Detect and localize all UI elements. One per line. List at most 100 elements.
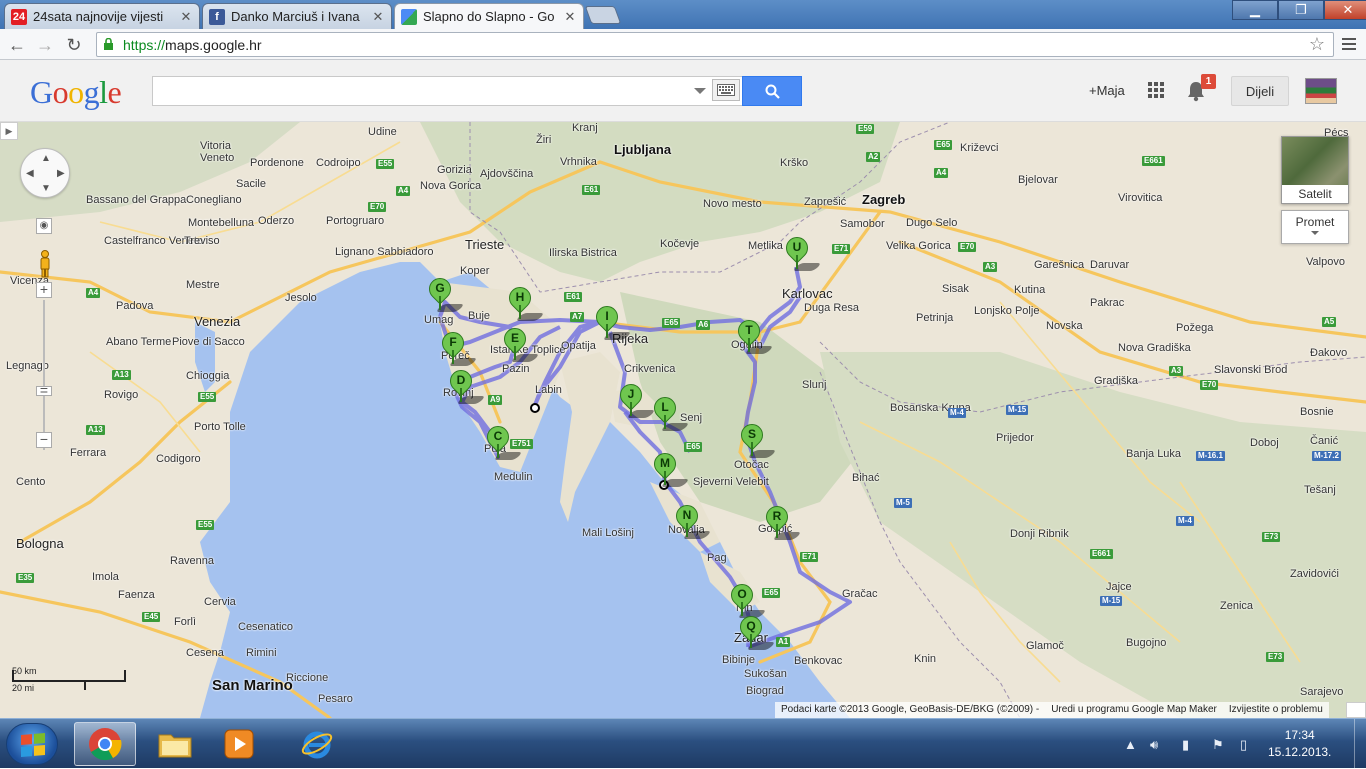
pan-up-icon[interactable]: ▲: [41, 153, 51, 164]
search-dropdown-icon[interactable]: [694, 88, 706, 94]
map-label: Pordenone: [250, 157, 304, 169]
pan-control[interactable]: ▲ ▼ ◀ ▶: [20, 148, 70, 198]
zoom-slider-track[interactable]: [43, 300, 45, 450]
reload-button[interactable]: ↻: [63, 34, 85, 56]
route-marker-h[interactable]: H: [504, 282, 545, 321]
start-button[interactable]: [6, 723, 58, 765]
map-label: San Marino: [212, 677, 293, 694]
search-input[interactable]: [153, 77, 683, 105]
map-label: Čanić: [1310, 435, 1339, 447]
route-marker-c[interactable]: C: [482, 421, 523, 460]
collapse-panel-arrow-icon[interactable]: ▶: [0, 122, 18, 140]
tab-close-icon[interactable]: ✕: [371, 9, 385, 25]
map-label: Doboj: [1250, 437, 1279, 449]
route-marker-o[interactable]: O: [726, 579, 767, 618]
map-label: Oderzo: [258, 215, 295, 227]
back-button[interactable]: ←: [6, 34, 28, 56]
map-label: Đakovo: [1310, 347, 1348, 359]
map-label: Zagreb: [862, 192, 906, 207]
map-label: Velika Gorica: [886, 240, 951, 252]
address-bar[interactable]: https://maps.google.hr ☆: [96, 32, 1334, 57]
tab-google-maps[interactable]: Slapno do Slapno - Go ✕: [394, 3, 584, 29]
avatar[interactable]: [1305, 78, 1337, 104]
keyboard-icon[interactable]: [712, 79, 740, 101]
route-marker-i[interactable]: I: [591, 301, 632, 340]
forward-button[interactable]: →: [34, 34, 56, 56]
share-button[interactable]: Dijeli: [1231, 76, 1289, 106]
new-tab-button[interactable]: [584, 6, 622, 24]
pan-down-icon[interactable]: ▼: [41, 183, 51, 194]
zoom-in-button[interactable]: +: [36, 282, 52, 298]
map-maker-link[interactable]: Uredi u programu Google Map Maker: [1051, 704, 1217, 716]
tab-title: Slapno do Slapno - Go: [423, 9, 555, 24]
search-button[interactable]: [742, 76, 802, 106]
route-marker-t[interactable]: T: [733, 315, 774, 354]
route-marker-e[interactable]: E: [499, 323, 540, 362]
maximize-button[interactable]: ❐: [1278, 0, 1324, 20]
minimize-button[interactable]: ▁: [1232, 0, 1278, 20]
map-label: Garešnica: [1034, 259, 1085, 271]
user-profile-link[interactable]: +Maja: [1089, 83, 1125, 98]
google-logo[interactable]: Google: [30, 74, 122, 111]
route-marker-u[interactable]: U: [781, 232, 822, 271]
taskbar-clock[interactable]: 17:34 15.12.2013.: [1268, 727, 1331, 761]
apps-grid-icon[interactable]: [1148, 82, 1164, 98]
map-label: Gorizia: [437, 164, 472, 176]
tab-24sata[interactable]: 24 24sata najnovije vijesti ✕: [4, 3, 200, 29]
taskbar-internet-explorer[interactable]: [286, 722, 348, 766]
route-marker-q[interactable]: Q: [735, 611, 776, 650]
zoom-slider-handle[interactable]: =: [36, 383, 52, 397]
tab-close-icon[interactable]: ✕: [179, 9, 193, 25]
pan-left-icon[interactable]: ◀: [26, 168, 34, 179]
map-label: Tešanj: [1304, 484, 1336, 496]
map-label: Kranj: [572, 122, 598, 134]
route-marker-m[interactable]: M: [649, 448, 690, 487]
battery-icon[interactable]: ▯: [1240, 737, 1247, 753]
street-view-pegman-icon[interactable]: [38, 250, 52, 278]
map-label: Mali Lošinj: [582, 527, 634, 539]
map-label: Mestre: [186, 279, 220, 291]
route-marker-d[interactable]: D: [445, 365, 486, 404]
taskbar-media-player[interactable]: [208, 722, 270, 766]
chevron-down-icon: [1311, 231, 1319, 235]
map-canvas[interactable]: Udine Vitoria Veneto Pordenone Codroipo …: [0, 122, 1366, 718]
chrome-menu-button[interactable]: [1338, 34, 1360, 54]
report-problem-link[interactable]: Izvijestite o problemu: [1229, 704, 1323, 716]
route-marker-n[interactable]: N: [671, 500, 712, 539]
map-label: Cesena: [186, 647, 224, 659]
route-marker-r[interactable]: R: [761, 501, 802, 540]
highway-shield: A4: [86, 288, 101, 298]
attribution-text: Podaci karte ©2013 Google, GeoBasis-DE/B…: [781, 704, 1040, 715]
map-label: Treviso: [184, 235, 220, 247]
highway-shield: E73: [1266, 652, 1285, 662]
highway-shield: A9: [488, 395, 503, 405]
scale-km-label: 50 km: [12, 666, 37, 676]
tab-facebook[interactable]: f Danko Marciuš i Ivana ✕: [202, 3, 392, 29]
map-label: Ferrara: [70, 447, 107, 459]
tab-close-icon[interactable]: ✕: [563, 9, 577, 25]
zoom-out-button[interactable]: −: [36, 432, 52, 448]
route-marker-f[interactable]: F: [437, 327, 478, 366]
chrome-icon: [89, 728, 122, 761]
bookmark-star-icon[interactable]: ☆: [1309, 34, 1325, 55]
show-desktop-button[interactable]: [1354, 719, 1366, 769]
volume-icon[interactable]: 🔊︎: [1150, 737, 1158, 753]
satellite-toggle-button[interactable]: Satelit: [1281, 136, 1349, 204]
close-window-button[interactable]: ✕: [1324, 0, 1366, 20]
route-marker-s[interactable]: S: [736, 419, 777, 458]
traffic-layer-button[interactable]: Promet: [1281, 210, 1349, 244]
pan-right-icon[interactable]: ▶: [57, 168, 65, 179]
route-marker-l[interactable]: L: [649, 392, 690, 431]
map-label: Benkovac: [794, 655, 843, 667]
locate-icon[interactable]: ◉: [36, 218, 52, 234]
route-marker-j[interactable]: J: [615, 379, 656, 418]
highway-shield: A13: [86, 425, 105, 435]
taskbar-chrome[interactable]: [74, 722, 136, 766]
route-marker-g[interactable]: G: [424, 273, 465, 312]
taskbar-explorer[interactable]: [144, 722, 206, 766]
highway-shield: A4: [396, 186, 411, 196]
action-center-flag-icon[interactable]: ⚑: [1212, 737, 1224, 753]
tray-expand-icon[interactable]: ▲: [1124, 737, 1137, 752]
network-signal-icon[interactable]: ▮: [1182, 737, 1189, 753]
clock-date: 15.12.2013.: [1268, 745, 1332, 759]
